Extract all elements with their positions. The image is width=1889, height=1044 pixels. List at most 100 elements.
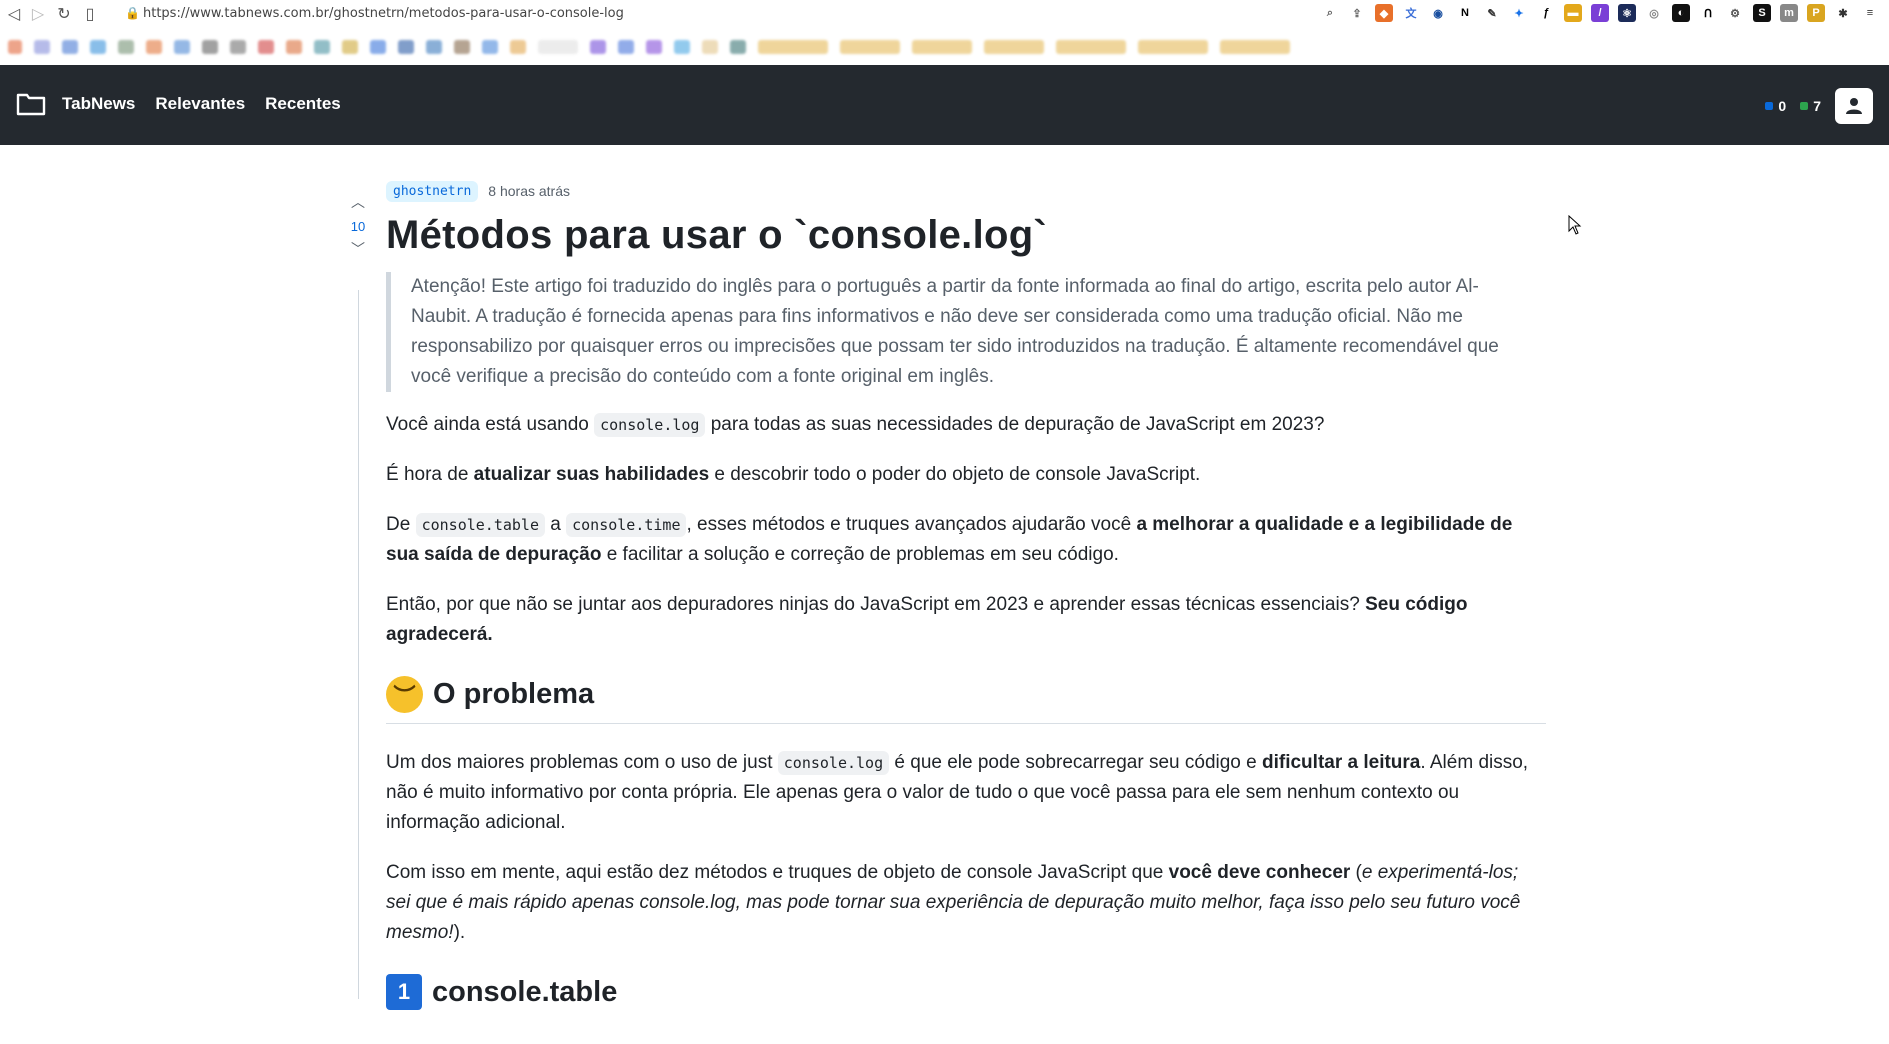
disappointed-face-icon: ︶ bbox=[386, 676, 423, 713]
header-right: 0 7 bbox=[1765, 88, 1873, 124]
thread-line bbox=[358, 290, 359, 999]
bookmark-item[interactable] bbox=[62, 40, 78, 54]
nav-recentes[interactable]: Recentes bbox=[265, 94, 341, 114]
bookmark-item[interactable] bbox=[510, 40, 526, 54]
heading-text: O problema bbox=[433, 678, 595, 710]
site-header: TabNews Relevantes Recentes 0 7 bbox=[0, 65, 1889, 145]
color-picker-icon[interactable]: ✎ bbox=[1483, 4, 1501, 22]
m-ext-icon[interactable]: m bbox=[1780, 4, 1798, 22]
bookmark-item[interactable] bbox=[314, 40, 330, 54]
publish-time[interactable]: 8 horas atrás bbox=[488, 183, 570, 199]
bookmark-folder[interactable] bbox=[1138, 40, 1208, 54]
bookmark-item[interactable] bbox=[146, 40, 162, 54]
zoom-icon[interactable]: ⌕ bbox=[1321, 4, 1339, 22]
bookmark-item[interactable] bbox=[8, 40, 22, 54]
bold-text: atualizar suas habilidades bbox=[473, 464, 710, 485]
tabcash-value: 7 bbox=[1813, 98, 1821, 114]
upvote-chevron-up-icon[interactable]: ︿ bbox=[348, 192, 368, 212]
bookmark-folder[interactable] bbox=[1056, 40, 1126, 54]
bookmark-item[interactable] bbox=[202, 40, 218, 54]
tabcash-counter[interactable]: 7 bbox=[1800, 98, 1821, 114]
bookmark-folder[interactable] bbox=[912, 40, 972, 54]
extensions-toolbar: ⌕ ⇪ ◆ 文 ◉ N ✎ ✦ ƒ ▬ / ⚛ ◎ ◐ ꓵ ⚙ S m P ✱ … bbox=[1321, 4, 1879, 22]
inline-code: console.table bbox=[415, 513, 545, 537]
folder-ext-icon[interactable]: ▬ bbox=[1564, 4, 1582, 22]
lens-icon[interactable]: ◐ bbox=[1672, 4, 1690, 22]
bookmark-item[interactable] bbox=[590, 40, 606, 54]
forward-icon[interactable]: ▷ bbox=[28, 4, 48, 24]
bookmark-icon[interactable]: ▯ bbox=[80, 4, 100, 24]
author-badge[interactable]: ghostnetrn bbox=[386, 180, 479, 202]
vue-ext-icon[interactable]: / bbox=[1591, 4, 1609, 22]
address-bar-row: ◁ ▷ ↻ ▯ 🔒 https://www.tabnews.com.br/gho… bbox=[0, 0, 1889, 28]
text: é que ele pode sobrecarregar seu código … bbox=[889, 752, 1262, 773]
main-nav: TabNews Relevantes Recentes bbox=[62, 94, 341, 114]
bookmark-item[interactable] bbox=[342, 40, 358, 54]
inline-code: console.log bbox=[777, 751, 890, 775]
bookmark-item[interactable] bbox=[730, 40, 746, 54]
bookmark-item[interactable] bbox=[618, 40, 634, 54]
bookmark-item[interactable] bbox=[230, 40, 246, 54]
tabnews-logo-icon[interactable] bbox=[16, 92, 46, 116]
bookmark-item[interactable] bbox=[90, 40, 106, 54]
section-heading: 1 console.table bbox=[386, 974, 1546, 1020]
camera-icon[interactable]: ◎ bbox=[1645, 4, 1663, 22]
mouse-cursor-icon bbox=[1568, 215, 1582, 235]
bookmark-item[interactable] bbox=[674, 40, 690, 54]
bookmark-item[interactable] bbox=[454, 40, 470, 54]
bookmark-item[interactable] bbox=[370, 40, 386, 54]
bold-text: você deve conhecer bbox=[1168, 862, 1351, 883]
bookmark-item[interactable] bbox=[398, 40, 414, 54]
text: É hora de bbox=[386, 464, 474, 485]
bookmark-folder[interactable] bbox=[840, 40, 900, 54]
formula-icon[interactable]: ƒ bbox=[1537, 4, 1555, 22]
text: Com isso em mente, aqui estão dez método… bbox=[386, 862, 1169, 883]
bookmark-item[interactable] bbox=[702, 40, 718, 54]
text: ( bbox=[1350, 862, 1362, 883]
bookmark-item[interactable] bbox=[118, 40, 134, 54]
menu-icon[interactable]: ≡ bbox=[1861, 4, 1879, 22]
bookmarks-bar bbox=[8, 36, 1290, 58]
ut-icon[interactable]: ꓵ bbox=[1699, 4, 1717, 22]
inline-code: console.log bbox=[594, 413, 706, 437]
react-ext-icon[interactable]: ⚛ bbox=[1618, 4, 1636, 22]
brave-shield-icon[interactable]: ◆ bbox=[1375, 4, 1393, 22]
bookmark-item[interactable] bbox=[34, 40, 50, 54]
onepassword-icon[interactable]: ◉ bbox=[1429, 4, 1447, 22]
downvote-chevron-down-icon[interactable]: ﹀ bbox=[348, 239, 368, 259]
notion-icon[interactable]: N bbox=[1456, 4, 1474, 22]
bookmark-folder[interactable] bbox=[984, 40, 1044, 54]
vote-column: ︿ 10 ﹀ bbox=[348, 192, 368, 259]
site-name-link[interactable]: TabNews bbox=[62, 94, 135, 114]
bookmark-folder[interactable] bbox=[1220, 40, 1290, 54]
bookmark-item[interactable] bbox=[286, 40, 302, 54]
nav-relevantes[interactable]: Relevantes bbox=[155, 94, 245, 114]
paragraph: Um dos maiores problemas com o uso de ju… bbox=[386, 748, 1546, 838]
back-icon[interactable]: ◁ bbox=[4, 4, 24, 24]
bookmark-folder[interactable] bbox=[758, 40, 828, 54]
user-menu-button[interactable] bbox=[1835, 88, 1873, 124]
bookmark-item[interactable] bbox=[258, 40, 274, 54]
p-ext-icon[interactable]: P bbox=[1807, 4, 1825, 22]
translate-icon[interactable]: 文 bbox=[1402, 4, 1420, 22]
bookmark-item[interactable] bbox=[174, 40, 190, 54]
bookmark-item[interactable] bbox=[482, 40, 498, 54]
share-icon[interactable]: ⇪ bbox=[1348, 4, 1366, 22]
inline-code: console.time bbox=[566, 513, 687, 537]
section-heading: ︶ O problema bbox=[386, 676, 1546, 724]
bookmark-item[interactable] bbox=[426, 40, 442, 54]
tabcoins-counter[interactable]: 0 bbox=[1765, 98, 1786, 114]
vote-score: 10 bbox=[350, 219, 366, 234]
text: De bbox=[386, 514, 416, 535]
bookmark-item[interactable] bbox=[538, 40, 578, 54]
url-field[interactable]: https://www.tabnews.com.br/ghostnetrn/me… bbox=[143, 6, 624, 21]
gear-ext-icon[interactable]: ⚙ bbox=[1726, 4, 1744, 22]
paragraph: Então, por que não se juntar aos depurad… bbox=[386, 590, 1546, 650]
pin-icon[interactable]: ✦ bbox=[1510, 4, 1528, 22]
text: , esses métodos e truques avançados ajud… bbox=[686, 514, 1137, 535]
puzzle-icon[interactable]: ✱ bbox=[1834, 4, 1852, 22]
bookmark-item[interactable] bbox=[646, 40, 662, 54]
keycap-one-icon: 1 bbox=[386, 974, 422, 1010]
s-ext-icon[interactable]: S bbox=[1753, 4, 1771, 22]
reload-icon[interactable]: ↻ bbox=[54, 4, 74, 24]
